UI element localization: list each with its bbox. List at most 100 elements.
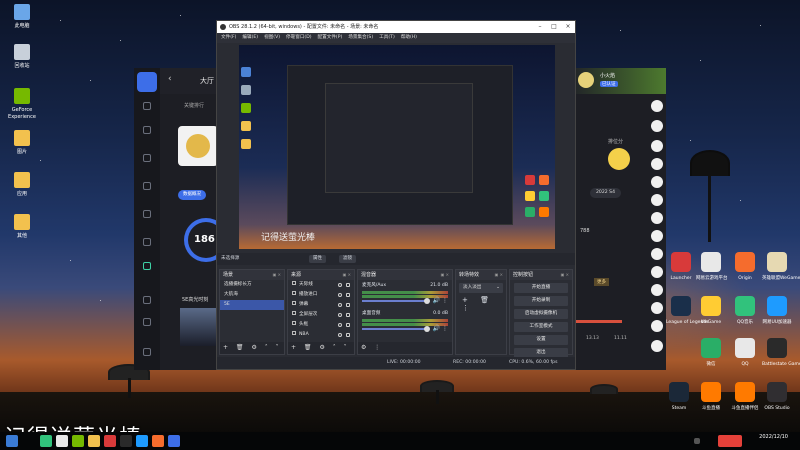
rail-icon[interactable]: [651, 100, 663, 112]
rail-icon[interactable]: [651, 120, 663, 132]
nav-active-icon[interactable]: [143, 262, 151, 270]
desktop-app-shortcut[interactable]: Steam: [664, 382, 694, 411]
obs-menu-item[interactable]: 编辑(E): [242, 33, 258, 43]
source-item[interactable]: 全屏层次: [288, 310, 354, 320]
rail-icon[interactable]: [651, 302, 663, 314]
desktop-app-shortcut[interactable]: WeGame: [696, 296, 726, 325]
desktop-app-shortcut[interactable]: QQ: [730, 338, 760, 367]
visibility-eye-icon[interactable]: [338, 333, 342, 337]
lock-icon[interactable]: [346, 303, 350, 307]
kebab-menu-icon[interactable]: ⋮: [442, 297, 448, 304]
transition-actions[interactable]: + 🗑 ⋮: [456, 296, 506, 312]
desktop-app-shortcut[interactable]: Battlestate Games: [762, 338, 800, 367]
desktop-app-shortcut[interactable]: League of Legends: [666, 296, 709, 325]
nav-settings-icon[interactable]: [143, 318, 151, 326]
lock-icon[interactable]: [346, 293, 350, 297]
control-button[interactable]: 开始录制: [514, 296, 568, 306]
back-icon[interactable]: ‹: [168, 74, 172, 84]
obs-menu-item[interactable]: 停靠窗口(D): [286, 33, 312, 43]
obs-menu-item[interactable]: 配置文件(P): [318, 33, 343, 43]
source-item[interactable]: 弹幕: [288, 300, 354, 310]
taskbar-app-icon[interactable]: [40, 435, 52, 447]
maximize-icon[interactable]: □: [547, 21, 561, 33]
source-item[interactable]: 天际线: [288, 280, 354, 290]
control-button[interactable]: 设置: [514, 335, 568, 345]
rail-icon[interactable]: [651, 212, 663, 224]
nav-list-icon[interactable]: [143, 126, 151, 134]
visibility-eye-icon[interactable]: [338, 323, 342, 327]
desktop-app-shortcut[interactable]: 英雄联盟WeGame: [762, 252, 800, 281]
minimize-icon[interactable]: –: [533, 21, 547, 33]
source-item[interactable]: NBA: [288, 330, 354, 340]
nav-home-icon[interactable]: [143, 102, 151, 110]
taskbar-app-icon[interactable]: [120, 435, 132, 447]
obs-menu-item[interactable]: 场景集合(S): [348, 33, 373, 43]
season-select[interactable]: 2022 S4: [590, 188, 621, 198]
desktop-icon[interactable]: 此电脑: [2, 4, 42, 29]
rail-icon[interactable]: [651, 176, 663, 188]
more-tag[interactable]: 更多: [594, 278, 609, 286]
desktop-icon[interactable]: 回收站: [2, 44, 42, 69]
rail-icon[interactable]: [651, 194, 663, 206]
scene-item[interactable]: 选播摄标长方: [220, 280, 284, 290]
nav-wifi-icon[interactable]: [143, 238, 151, 246]
scene-item[interactable]: 大航海: [220, 290, 284, 300]
lock-icon[interactable]: [346, 333, 350, 337]
visibility-eye-icon[interactable]: [338, 313, 342, 317]
desktop-icon[interactable]: 图片: [2, 130, 42, 155]
taskbar-app-icon[interactable]: [88, 435, 100, 447]
transition-select[interactable]: 淡入淡出 ⌄: [459, 283, 503, 293]
taskbar-clock[interactable]: 2022/12/10: [759, 434, 788, 440]
properties-button[interactable]: 属性: [309, 255, 326, 263]
lock-icon[interactable]: [346, 313, 350, 317]
desktop-app-shortcut[interactable]: 斗鱼直播伴侣: [730, 382, 760, 411]
scene-item[interactable]: 5E: [220, 300, 284, 310]
taskbar-app-icon[interactable]: [168, 435, 180, 447]
desktop-app-shortcut[interactable]: Origin: [730, 252, 760, 281]
taskbar-app-icon[interactable]: [56, 435, 68, 447]
avatar[interactable]: [578, 72, 594, 88]
tray-icon[interactable]: [694, 438, 700, 444]
volume-slider[interactable]: [362, 298, 430, 304]
desktop-app-shortcut[interactable]: OBS Studio: [762, 382, 792, 411]
desktop-app-shortcut[interactable]: QQ音乐: [730, 296, 760, 325]
speaker-icon[interactable]: 🔊: [433, 325, 440, 332]
lock-icon[interactable]: [346, 323, 350, 327]
taskbar-app-icon[interactable]: [104, 435, 116, 447]
nav-power-icon[interactable]: [143, 348, 151, 356]
lock-icon[interactable]: [346, 283, 350, 287]
sources-footer[interactable]: + 🗑 ⚙ ˄ ˅: [288, 342, 354, 354]
visibility-eye-icon[interactable]: [338, 293, 342, 297]
rail-icon[interactable]: [651, 320, 663, 332]
desktop-icon[interactable]: 应用: [2, 172, 42, 197]
desktop-app-shortcut[interactable]: 网易云游戏平台: [696, 252, 728, 281]
visibility-eye-icon[interactable]: [338, 303, 342, 307]
rail-icon[interactable]: [651, 340, 663, 352]
source-item[interactable]: 播放进口: [288, 290, 354, 300]
control-button[interactable]: 启动虚拟摄像机: [514, 309, 568, 319]
obs-menu-item[interactable]: 视图(V): [264, 33, 280, 43]
nav-game-icon[interactable]: [143, 182, 151, 190]
taskbar-app-icon[interactable]: [136, 435, 148, 447]
kebab-menu-icon[interactable]: ⋮: [442, 325, 448, 332]
volume-slider-knob[interactable]: [424, 326, 430, 332]
highlight-thumbnail[interactable]: [180, 308, 216, 346]
taskbar-app-icon[interactable]: [152, 435, 164, 447]
control-button[interactable]: 开始直播: [514, 283, 568, 293]
nav-tag-icon[interactable]: [143, 210, 151, 218]
obs-window[interactable]: OBS 28.1.2 (64-bit, windows) - 配置文件: 未命名…: [216, 20, 576, 370]
rail-icon[interactable]: [651, 248, 663, 260]
start-icon[interactable]: [6, 435, 18, 447]
desktop-app-shortcut[interactable]: Launcher: [666, 252, 696, 281]
close-icon[interactable]: ×: [561, 21, 575, 33]
rail-icon[interactable]: [651, 266, 663, 278]
rail-icon[interactable]: [651, 140, 663, 152]
taskbar-app-icon[interactable]: [72, 435, 84, 447]
speaker-icon[interactable]: 🔊: [433, 297, 440, 304]
filters-button[interactable]: 滤镜: [339, 255, 356, 263]
volume-slider-knob[interactable]: [424, 298, 430, 304]
desktop-app-shortcut[interactable]: 微信: [696, 338, 726, 367]
rail-icon[interactable]: [651, 230, 663, 242]
rail-icon[interactable]: [651, 158, 663, 170]
obs-menu-item[interactable]: 帮助(H): [401, 33, 417, 43]
